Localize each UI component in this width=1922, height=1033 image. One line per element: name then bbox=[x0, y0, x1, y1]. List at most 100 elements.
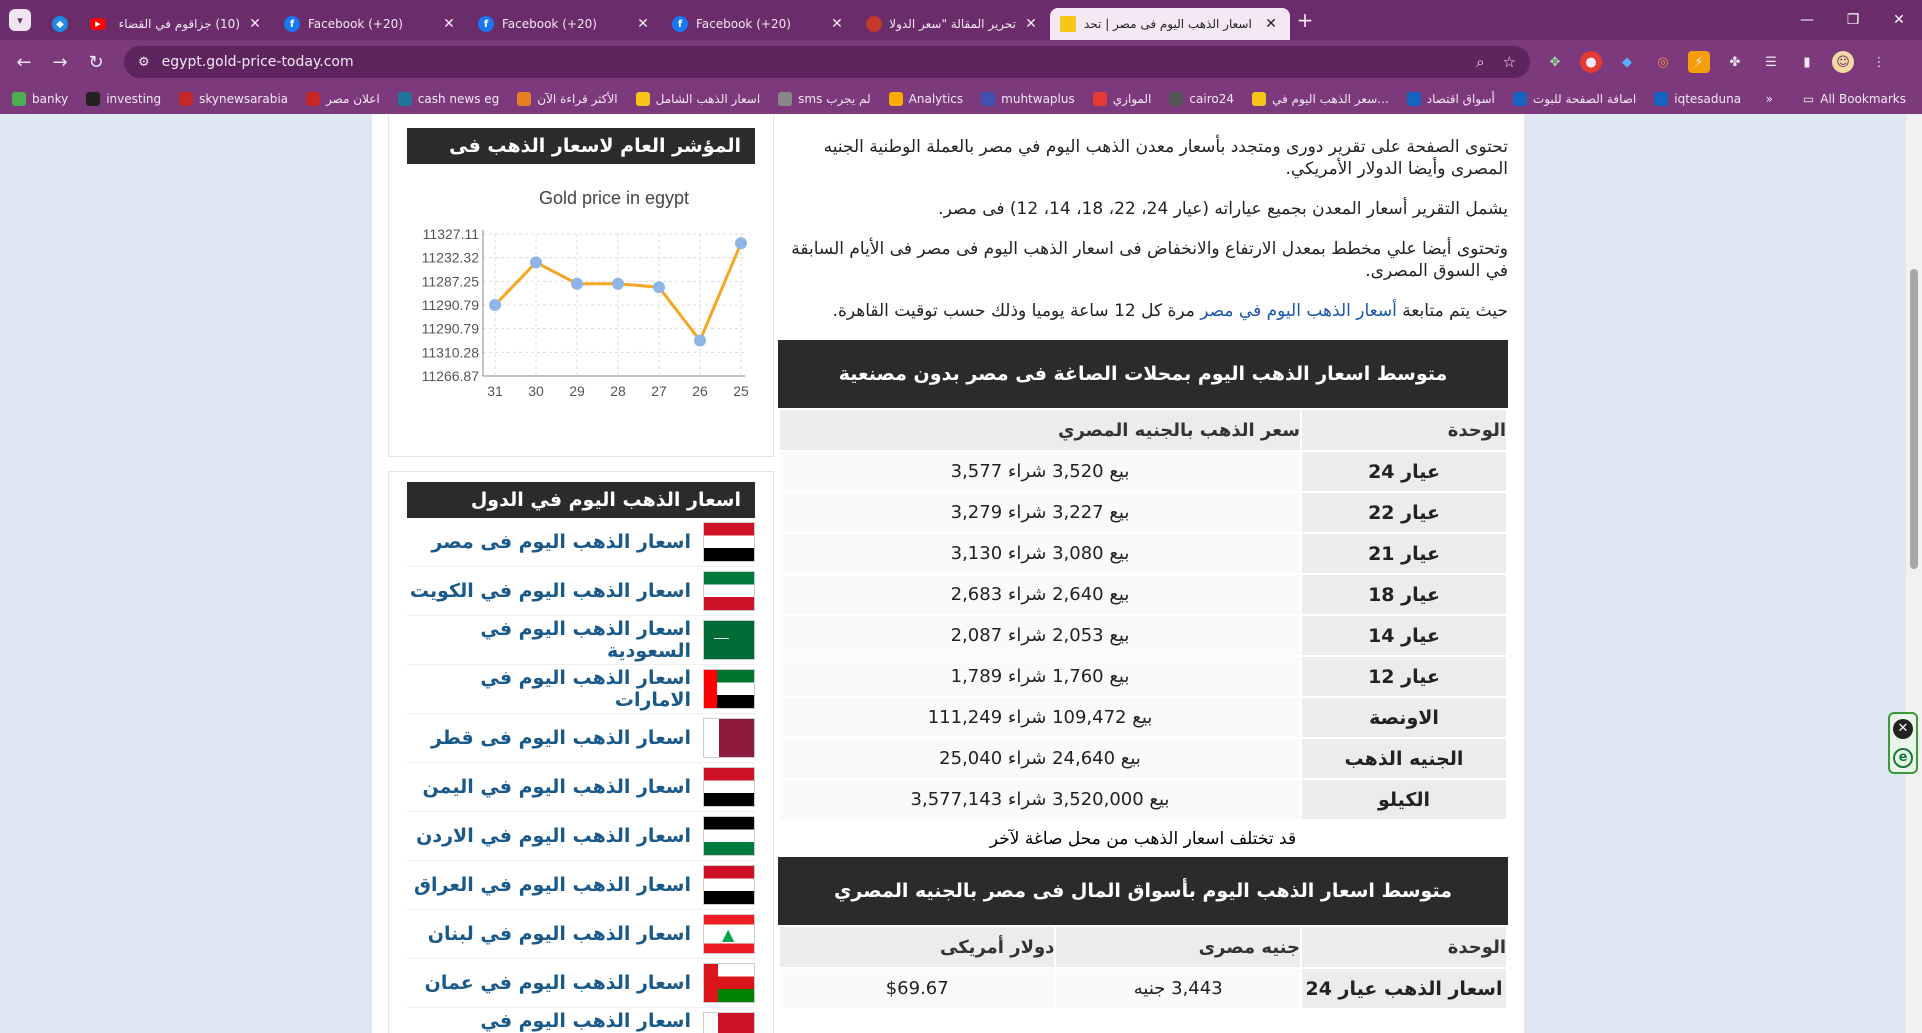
bookmark-item[interactable]: اسعار الذهب الشامل bbox=[635, 92, 760, 106]
bookmark-item[interactable]: أسواق اقتصاد bbox=[1406, 92, 1495, 106]
country-link-om[interactable]: اسعار الذهب اليوم في عمان bbox=[407, 959, 755, 1008]
reload-button[interactable]: ↻ bbox=[78, 44, 114, 80]
close-circle-icon[interactable]: ✕ bbox=[1893, 718, 1913, 739]
extension-icon-5[interactable]: ⚡ bbox=[1688, 51, 1710, 73]
country-link-label[interactable]: اسعار الذهب اليوم فى مصر bbox=[431, 531, 691, 553]
browser-tab[interactable]: تحرير المقالة "سعر الدولار في الس ✕ bbox=[856, 8, 1050, 40]
country-link-bh[interactable]: اسعار الذهب اليوم في البحرين bbox=[407, 1008, 755, 1033]
f-favicon-icon: f bbox=[672, 16, 688, 32]
tab-title: اسعار الذهب اليوم فى مصر | تحد bbox=[1084, 17, 1252, 31]
country-link-sa[interactable]: اسعار الذهب اليوم في السعودية ـــــ bbox=[407, 616, 755, 665]
gold-price-chart[interactable]: Gold price in egypt 11327.11 11232.32 11287… bbox=[407, 164, 755, 446]
price-cell: بيع 3,520,000 شراء 3,577,143 bbox=[778, 778, 1302, 821]
all-bookmarks-button[interactable]: ▭ All Bookmarks bbox=[1803, 92, 1906, 106]
country-link-kw[interactable]: اسعار الذهب اليوم في الكويت bbox=[407, 567, 755, 616]
side-panel-icon[interactable]: ▮ bbox=[1796, 51, 1818, 73]
data-point bbox=[571, 277, 583, 290]
country-link-label[interactable]: اسعار الذهب اليوم في عمان bbox=[425, 972, 691, 994]
bookmark-item[interactable]: banky bbox=[12, 92, 68, 106]
profile-avatar-icon[interactable]: ☺ bbox=[1832, 51, 1854, 73]
site-info-icon[interactable]: ⚙ bbox=[138, 55, 150, 70]
bookmark-item[interactable]: muhtwaplus bbox=[981, 92, 1075, 106]
close-tab-icon[interactable]: ✕ bbox=[1022, 16, 1040, 32]
unit-cell: الاونصة bbox=[1300, 696, 1508, 739]
country-link-label[interactable]: اسعار الذهب اليوم في الكويت bbox=[410, 580, 691, 602]
tab-title: (20+) Facebook bbox=[308, 17, 403, 31]
close-window-button[interactable]: ✕ bbox=[1876, 0, 1922, 40]
country-link-label[interactable]: اسعار الذهب اليوم في الامارات bbox=[407, 667, 691, 711]
country-link-jo[interactable]: اسعار الذهب اليوم في الاردن bbox=[407, 812, 755, 861]
country-link-eg[interactable]: اسعار الذهب اليوم فى مصر bbox=[407, 518, 755, 567]
extension-icon-1[interactable]: ✥ bbox=[1544, 51, 1566, 73]
folder-icon: ▭ bbox=[1802, 92, 1815, 106]
jo-flag-icon bbox=[703, 816, 755, 856]
browser-tab[interactable]: f (20+) Facebook ✕ bbox=[662, 8, 856, 40]
browser-menu-icon[interactable]: ⋮ bbox=[1868, 51, 1890, 73]
yt-favicon-icon: ▶ bbox=[90, 18, 106, 30]
country-link-label[interactable]: اسعار الذهب اليوم في العراق bbox=[414, 874, 691, 896]
price-cell: بيع 2,053 شراء 2,087 bbox=[778, 614, 1302, 657]
page-scrollbar[interactable] bbox=[1906, 114, 1922, 1033]
bookmark-item[interactable]: cash news eg bbox=[397, 92, 499, 106]
browser-tab[interactable]: اسعار الذهب اليوم فى مصر | تحد ✕ bbox=[1050, 8, 1290, 40]
country-link-ae[interactable]: اسعار الذهب اليوم في الامارات bbox=[407, 665, 755, 714]
bookmark-item[interactable]: sms لم يجرب bbox=[778, 92, 871, 106]
reading-list-icon[interactable]: ☰ bbox=[1760, 51, 1782, 73]
country-link-label[interactable]: اسعار الذهب اليوم في الاردن bbox=[416, 825, 691, 847]
x-tick-label: 25 bbox=[733, 383, 749, 399]
forward-button[interactable]: → bbox=[42, 44, 78, 80]
e-extension-icon[interactable]: e bbox=[1893, 747, 1913, 768]
close-tab-icon[interactable]: ✕ bbox=[246, 16, 264, 32]
bookmark-item[interactable]: اعلان مصر bbox=[306, 92, 380, 106]
country-link-label[interactable]: اسعار الذهب اليوم فى قطر bbox=[431, 727, 691, 749]
bookmark-item[interactable]: الموازي bbox=[1092, 92, 1151, 106]
url-text: egypt.gold-price-today.com bbox=[161, 54, 354, 70]
country-link-ye[interactable]: اسعار الذهب اليوم في اليمن bbox=[407, 763, 755, 812]
gold-prices-link[interactable]: أسعار الذهب اليوم في مصر bbox=[1200, 301, 1397, 321]
pinned-tab[interactable]: ◆ bbox=[40, 8, 80, 40]
extension-icon-3[interactable]: ◆ bbox=[1616, 51, 1638, 73]
bookmark-favicon-icon bbox=[1406, 92, 1421, 106]
bookmark-item[interactable]: iqtesaduna bbox=[1654, 92, 1741, 106]
extension-icon-2[interactable]: ● bbox=[1580, 51, 1602, 73]
restore-button[interactable]: ❐ bbox=[1830, 0, 1876, 40]
more-bookmarks-icon[interactable]: » bbox=[1766, 92, 1773, 106]
close-tab-icon[interactable]: ✕ bbox=[634, 16, 652, 32]
bookmark-item[interactable]: Analytics bbox=[888, 92, 963, 106]
country-link-iq[interactable]: اسعار الذهب اليوم في العراق bbox=[407, 861, 755, 910]
sidebar: المؤشر العام لاسعار الذهب فى مصر Gold pr… bbox=[388, 114, 774, 1033]
close-tab-icon[interactable]: ✕ bbox=[440, 16, 458, 32]
country-link-label[interactable]: اسعار الذهب اليوم في لبنان bbox=[428, 923, 691, 945]
bookmark-item[interactable]: اضافة الصفحة للبوت bbox=[1512, 92, 1636, 106]
bookmark-item[interactable]: skynewsarabia bbox=[179, 92, 288, 106]
close-tab-icon[interactable]: ✕ bbox=[828, 16, 846, 32]
browser-tab[interactable]: f (20+) Facebook ✕ bbox=[274, 8, 468, 40]
bookmark-item[interactable]: الأكثر قراءة الآن bbox=[517, 92, 618, 106]
country-link-label[interactable]: اسعار الذهب اليوم في اليمن bbox=[422, 776, 691, 798]
country-link-lb[interactable]: اسعار الذهب اليوم في لبنان ▲ bbox=[407, 910, 755, 959]
bookmark-item[interactable]: investing bbox=[86, 92, 161, 106]
country-link-qa[interactable]: اسعار الذهب اليوم فى قطر bbox=[407, 714, 755, 763]
y-tick-label: 11290.79 bbox=[422, 297, 480, 313]
extension-icon-4[interactable]: ◎ bbox=[1652, 51, 1674, 73]
minimize-button[interactable]: — bbox=[1784, 0, 1830, 40]
browser-tab[interactable]: f (20+) Facebook ✕ bbox=[468, 8, 662, 40]
zoom-icon[interactable]: ⌕ bbox=[1476, 53, 1484, 71]
bookmark-item[interactable]: سعر الذهب اليوم في... bbox=[1251, 92, 1389, 106]
bookmark-star-icon[interactable]: ☆ bbox=[1503, 53, 1516, 71]
tab-search-button[interactable]: ▾ bbox=[0, 0, 40, 40]
new-tab-button[interactable]: + bbox=[1290, 8, 1320, 32]
country-link-label[interactable]: اسعار الذهب اليوم في السعودية bbox=[407, 618, 691, 662]
close-tab-icon[interactable]: ✕ bbox=[1262, 16, 1280, 32]
scrollbar-thumb[interactable] bbox=[1910, 269, 1918, 569]
iq-flag-icon bbox=[703, 865, 755, 905]
bookmark-favicon-icon bbox=[1654, 92, 1669, 106]
address-bar[interactable]: ⚙ egypt.gold-price-today.com ⌕ ☆ bbox=[124, 46, 1530, 78]
tab-title: (20+) Facebook bbox=[696, 17, 791, 31]
bookmark-item[interactable]: cairo24 bbox=[1169, 92, 1234, 106]
bookmark-favicon-icon bbox=[12, 92, 26, 106]
back-button[interactable]: ← bbox=[6, 44, 42, 80]
country-link-label[interactable]: اسعار الذهب اليوم في البحرين bbox=[407, 1010, 691, 1033]
extensions-puzzle-icon[interactable]: ✤ bbox=[1724, 51, 1746, 73]
browser-tab[interactable]: ▶ (10) جزاقوم في القضاء | الضحك ✕ bbox=[80, 8, 274, 40]
